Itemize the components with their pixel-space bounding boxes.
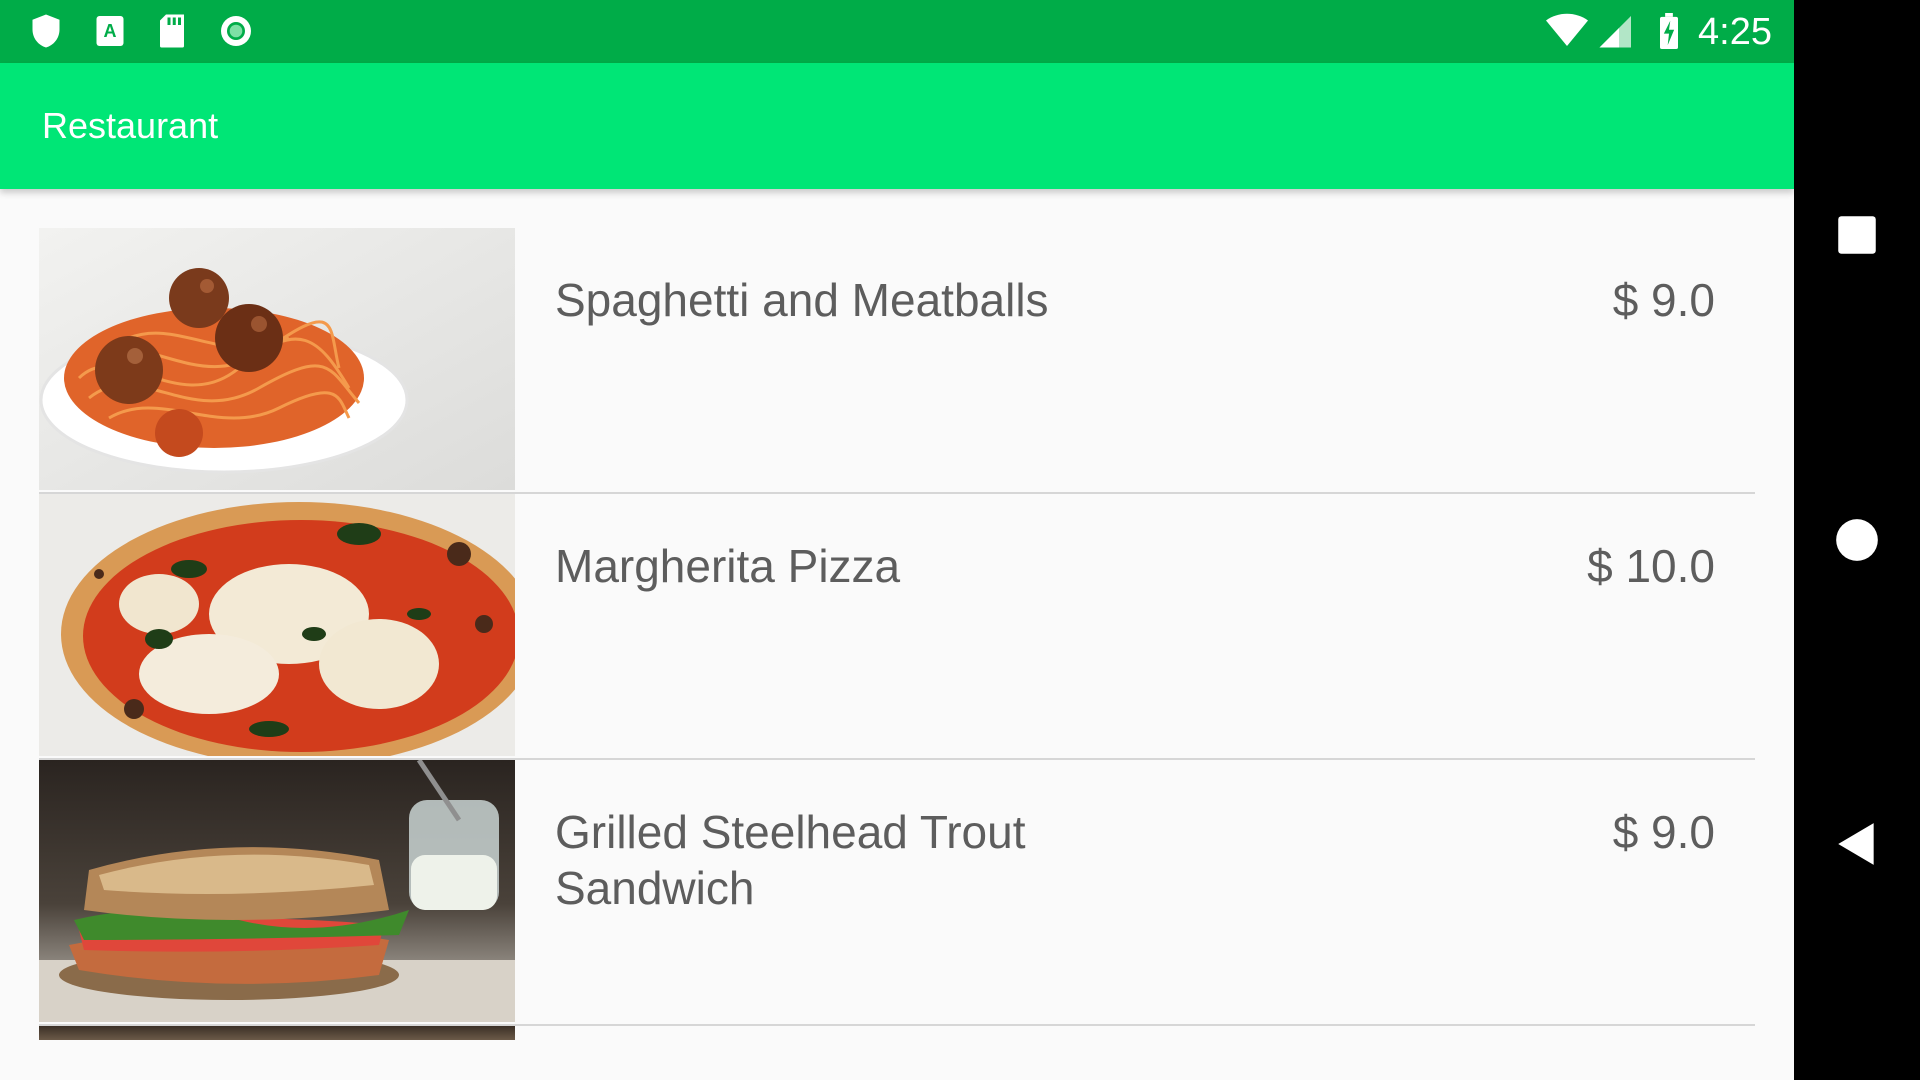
navigation-bar (1794, 0, 1920, 1080)
menu-item-spaghetti[interactable]: Spaghetti and Meatballs $ 9.0 (39, 228, 1755, 494)
status-time: 4:25 (1698, 11, 1772, 53)
next-item-photo-partial (39, 1026, 515, 1040)
app-title: Restaurant (42, 105, 219, 146)
app-screen: A 4:25 Restaurant Spaghetti and Meatball… (0, 0, 1794, 1080)
item-name: Spaghetti and Meatballs (555, 274, 1049, 326)
cell-signal-icon (1599, 16, 1631, 48)
wifi-icon (1546, 13, 1588, 46)
item-price: $ 10.0 (1587, 540, 1715, 592)
status-bar: A 4:25 (0, 0, 1794, 63)
text-a-icon: A (96, 16, 124, 46)
recents-square-icon[interactable] (1832, 210, 1882, 260)
menu-list: Spaghetti and Meatballs $ 9.0 Margherita… (39, 228, 1755, 1026)
record-circle-icon (221, 16, 251, 46)
svg-text:A: A (104, 21, 117, 41)
item-name: Grilled Steelhead Trout Sandwich (555, 806, 1026, 914)
item-price: $ 9.0 (1612, 806, 1715, 858)
menu-item-trout-sandwich[interactable]: Grilled Steelhead Trout Sandwich $ 9.0 (39, 760, 1755, 1026)
sandwich-photo (39, 760, 515, 1022)
item-name: Margherita Pizza (555, 540, 901, 592)
home-circle-icon[interactable] (1832, 515, 1882, 565)
pizza-photo (39, 494, 515, 756)
shield-icon (32, 14, 60, 48)
item-price: $ 9.0 (1612, 274, 1715, 326)
back-triangle-icon[interactable] (1832, 819, 1882, 869)
menu-item-margherita-pizza[interactable]: Margherita Pizza $ 10.0 (39, 494, 1755, 760)
sd-card-icon (160, 14, 184, 48)
spaghetti-photo (39, 228, 515, 490)
battery-charging-icon (1660, 13, 1678, 49)
app-bar: Restaurant (0, 63, 1794, 189)
